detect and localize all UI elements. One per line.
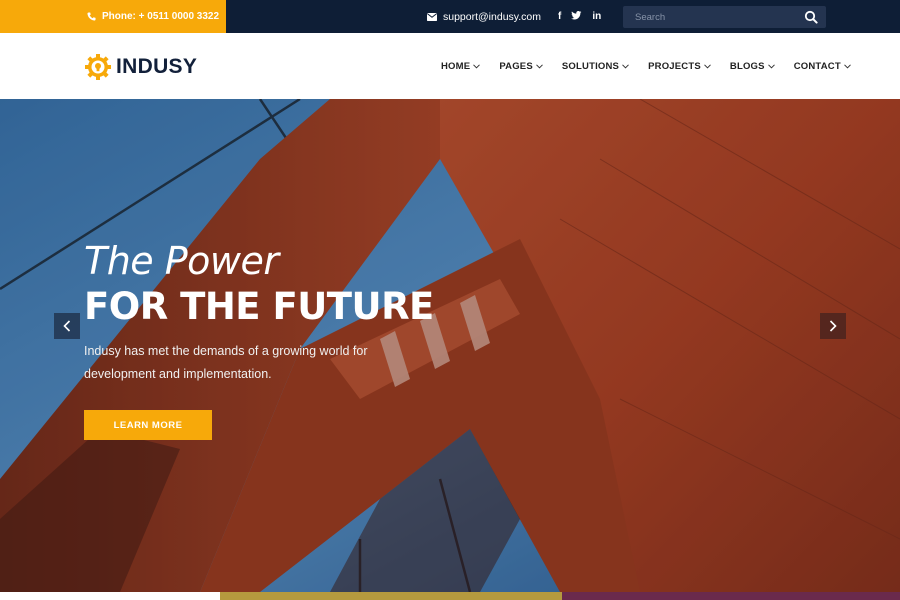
chevron-left-icon [63,320,71,332]
learn-more-button[interactable]: LEARN MORE [84,410,212,440]
chevron-down-icon [473,63,481,69]
search-box [623,6,826,28]
email-link[interactable]: support@indusy.com [427,0,541,33]
chevron-right-icon [829,320,837,332]
search-icon[interactable] [804,10,818,24]
chevron-down-icon [704,63,711,69]
main-header: INDUSY HOME PAGES SOLUTIONS PROJECTS BLO… [0,33,900,99]
chevron-down-icon [843,63,851,69]
slider-next-button[interactable] [820,313,846,339]
phone-text: Phone: + 0511 0000 3322 [102,11,220,22]
linkedin-icon[interactable]: in [592,11,601,22]
nav-solutions-label: SOLUTIONS [561,60,620,72]
gear-icon [85,54,111,80]
chevron-down-icon [767,63,775,69]
hero-description: Indusy has met the demands of a growing … [84,344,368,381]
email-text: support@indusy.com [443,10,542,23]
preview-block [0,592,220,600]
envelope-icon [427,12,437,21]
chevron-down-icon [536,63,543,69]
phone-icon [87,12,96,21]
nav-projects[interactable]: PROJECTS [648,61,711,72]
nav-projects-label: PROJECTS [648,60,701,72]
search-input[interactable] [623,6,798,28]
hero-content: The Power FOR THE FUTURE Indusy has met … [84,239,444,386]
nav-pages[interactable]: PAGES [499,61,543,72]
nav-blogs-label: BLOGS [729,60,765,72]
main-nav: HOME PAGES SOLUTIONS PROJECTS BLOGS CONT… [441,33,851,99]
nav-contact-label: CONTACT [793,60,841,72]
nav-blogs[interactable]: BLOGS [730,61,775,72]
nav-home-label: HOME [441,60,471,72]
phone-info: Phone: + 0511 0000 3322 [0,0,226,33]
hero-title-line2: FOR THE FUTURE [84,285,434,328]
hero-slider: The Power FOR THE FUTURE Indusy has met … [0,99,900,592]
social-links: f in [558,0,601,33]
top-bar: Phone: + 0511 0000 3322 support@indusy.c… [0,0,900,33]
nav-contact[interactable]: CONTACT [794,61,851,72]
chevron-down-icon [622,63,629,69]
nav-home[interactable]: HOME [441,60,481,72]
logo-text: INDUSY [116,55,198,78]
preview-block [562,592,900,600]
twitter-icon[interactable] [571,10,582,23]
nav-solutions[interactable]: SOLUTIONS [562,61,629,72]
site-logo[interactable]: INDUSY [84,53,197,81]
next-section-preview [0,592,900,600]
hero-title-line1: The Power [84,239,279,283]
slider-prev-button[interactable] [54,313,80,339]
preview-block [220,592,562,600]
nav-pages-label: PAGES [499,60,533,72]
facebook-icon[interactable]: f [558,11,561,22]
